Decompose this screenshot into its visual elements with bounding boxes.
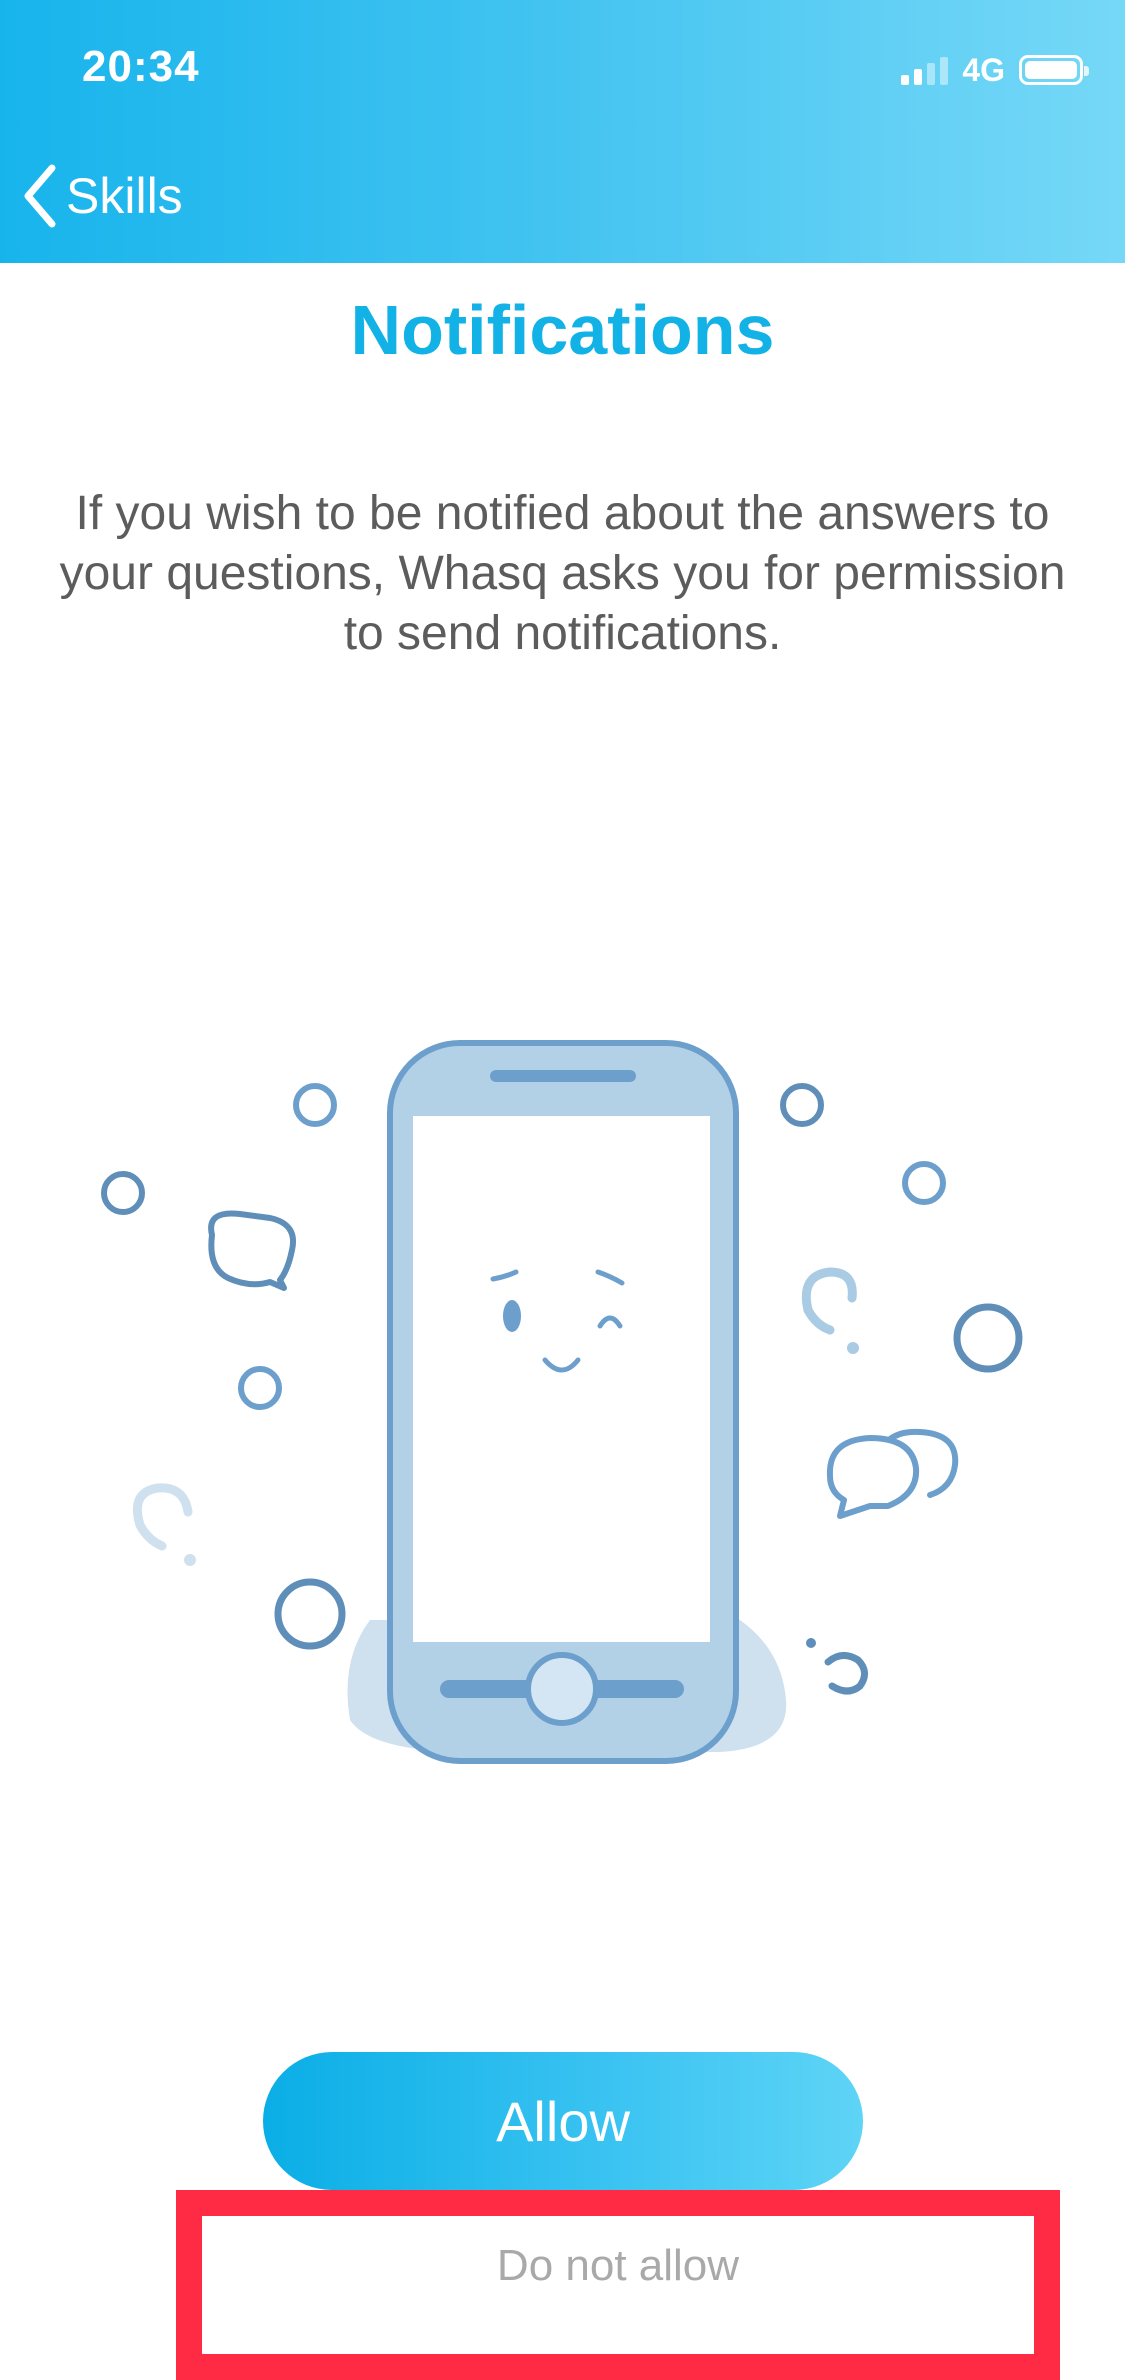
- status-time: 20:34: [82, 42, 200, 91]
- do-not-allow-button[interactable]: Do not allow: [202, 2216, 1034, 2316]
- page-title: Notifications: [350, 291, 775, 369]
- back-label: Skills: [66, 168, 183, 224]
- highlight-box: Do not allow: [176, 2190, 1060, 2380]
- home-button: [525, 1652, 599, 1726]
- chevron-left-icon: [24, 164, 56, 228]
- description-text: If you wish to be notified about the ans…: [59, 487, 1066, 660]
- back-button[interactable]: Skills: [22, 160, 183, 232]
- allow-button[interactable]: Allow: [263, 2052, 863, 2190]
- network-type: 4G: [962, 51, 1005, 88]
- battery-icon: [1019, 55, 1089, 85]
- phone-screen: [413, 1116, 710, 1642]
- app-header: 20:34 4G Skills: [0, 0, 1125, 263]
- signal-icon: [901, 55, 949, 85]
- status-indicators: 4G: [901, 50, 1089, 90]
- phone-illustration: [101, 1040, 1023, 1764]
